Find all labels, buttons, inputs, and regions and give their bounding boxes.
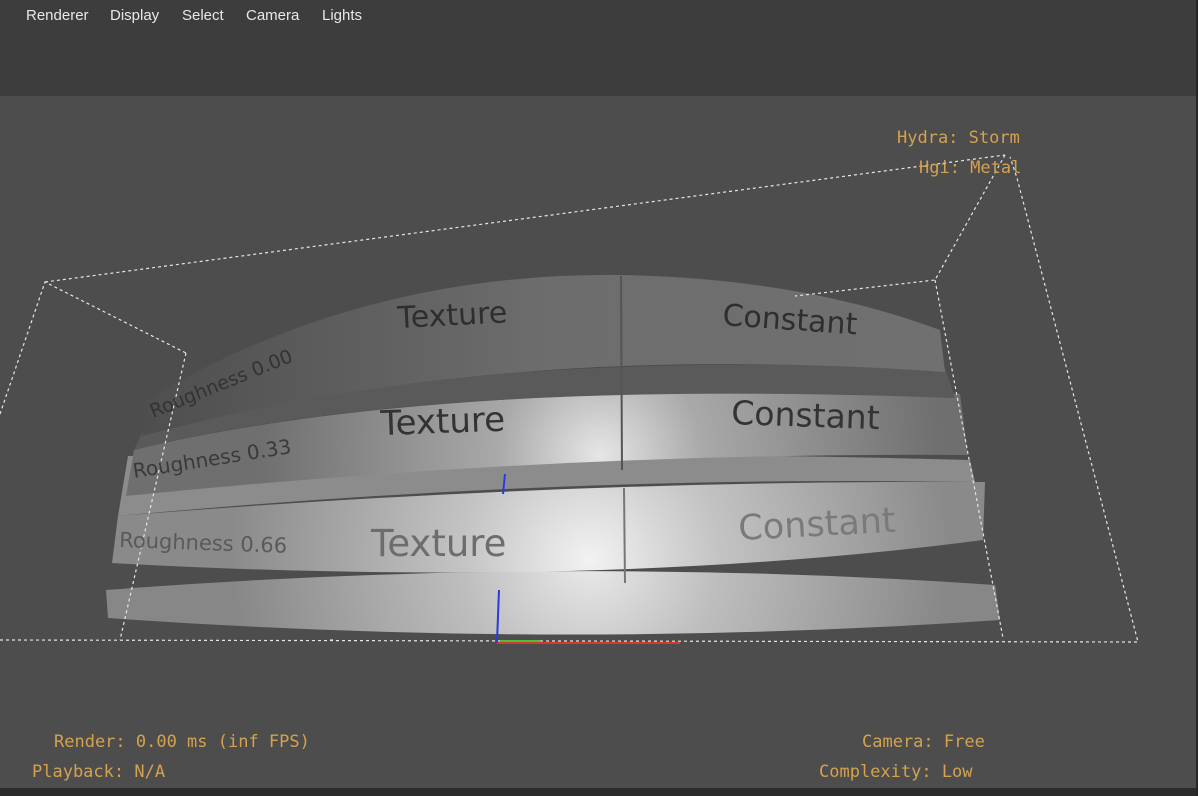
divider-seam xyxy=(620,275,623,471)
label-texture-row0: Texture xyxy=(396,295,509,336)
viewport[interactable]: Roughness 0.00 Texture Constant Roughnes… xyxy=(0,96,1198,788)
divider-seam-lower xyxy=(623,487,626,584)
menu-renderer[interactable]: Renderer xyxy=(26,6,89,26)
label-constant-row2: Constant xyxy=(737,501,896,549)
menu-display[interactable]: Display xyxy=(110,6,159,26)
label-constant-row1: Constant xyxy=(731,393,881,437)
hud-camera: Camera: Free xyxy=(862,732,985,752)
base-band xyxy=(106,571,1000,635)
label-texture-row2: Texture xyxy=(370,522,506,565)
menu-select[interactable]: Select xyxy=(182,6,224,26)
hud-render-stats: Render: 0.00 ms (inf FPS) xyxy=(54,732,310,752)
menu-bar: Renderer Display Select Camera Lights xyxy=(0,0,1198,97)
menu-lights[interactable]: Lights xyxy=(322,6,362,26)
menu-camera[interactable]: Camera xyxy=(246,6,299,26)
hud-playback: Playback: N/A xyxy=(32,762,166,782)
hud-renderer: Hydra: Storm xyxy=(897,128,1020,148)
scene-canvas: Roughness 0.00 Texture Constant Roughnes… xyxy=(0,154,1139,644)
window-bottom-edge xyxy=(0,788,1198,796)
hud-complexity: Complexity: Low xyxy=(819,762,973,782)
label-texture-row1: Texture xyxy=(379,400,506,444)
hud-hgi: Hgi: Metal xyxy=(919,158,1022,178)
